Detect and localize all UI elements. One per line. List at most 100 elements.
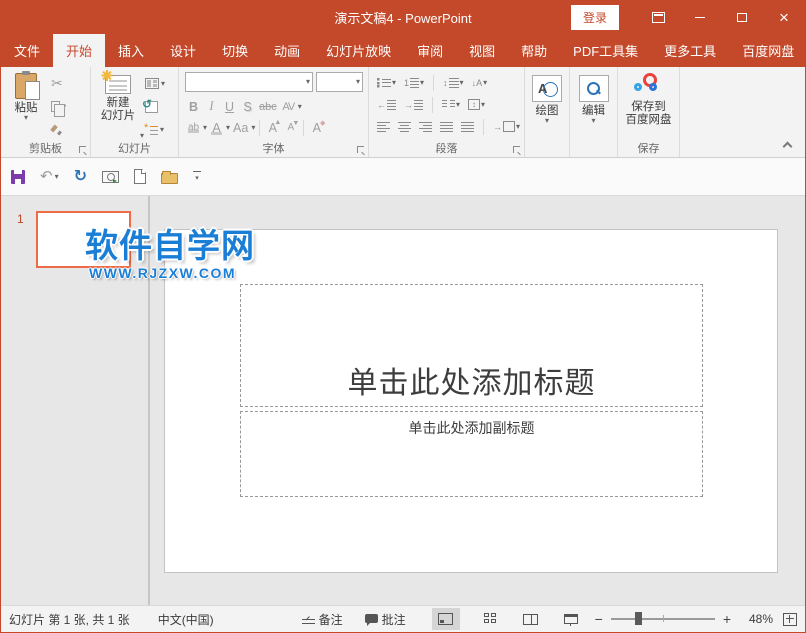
highlight-color-button[interactable]: ab [185,122,202,133]
tab-design[interactable]: 设计 [157,34,209,67]
new-document-button[interactable] [134,169,146,184]
drawing-button[interactable]: A 绘图 ▾ [527,71,567,142]
copy-button[interactable]: ▾ [49,98,68,115]
cut-button[interactable]: ✂ [49,75,68,92]
font-dialog-launcher[interactable] [357,146,365,154]
reset-button[interactable] [143,98,167,115]
notes-button[interactable]: 备注 [302,611,343,628]
tab-review[interactable]: 审阅 [404,34,456,67]
distribute-button[interactable] [459,121,476,132]
zoom-level[interactable]: 48% [735,612,773,626]
text-shadow-button[interactable]: S [239,100,256,114]
font-name-dropdown-icon: ▾ [306,79,310,85]
slide-thumbnail[interactable] [36,211,131,268]
font-color-button[interactable]: A [208,121,225,135]
save-to-baidu-button[interactable]: 保存到 百度网盘 [620,71,677,142]
fit-slide-to-window-button[interactable] [783,613,797,626]
font-size-combo[interactable]: ▾ [316,72,363,92]
slide-canvas[interactable]: 单击此处添加标题 单击此处添加副标题 [164,229,778,573]
reading-view-button[interactable] [517,608,545,630]
editing-button[interactable]: 编辑 ▾ [574,71,614,142]
normal-view-button[interactable] [432,608,460,630]
drawing-group: A 绘图 ▾ [525,67,570,157]
decrease-indent-button[interactable]: ← [375,99,398,110]
tab-insert[interactable]: 插入 [105,34,157,67]
slide-sorter-view-button[interactable] [477,608,505,630]
increase-indent-button[interactable]: → [402,99,425,110]
columns-icon [442,99,455,110]
new-slide-button[interactable]: 新建 幻灯片 ▾ [93,71,143,142]
align-center-button[interactable] [396,121,413,132]
save-button[interactable] [11,170,25,184]
change-case-button[interactable]: Aa [231,121,250,135]
paste-dropdown-icon[interactable]: ▾ [24,115,28,121]
grow-font-button[interactable]: A▲ [264,121,281,135]
tab-file[interactable]: 文件 [1,34,53,67]
tab-help[interactable]: 帮助 [508,34,560,67]
collapse-ribbon-button[interactable] [783,142,793,152]
maximize-button[interactable] [721,0,763,34]
align-left-button[interactable] [375,121,392,132]
close-button[interactable]: × [763,0,805,34]
language-status[interactable]: 中文(中国) [158,611,214,628]
redo-button[interactable]: ↻ [74,170,87,184]
numbering-icon [410,77,419,88]
customize-qat-button[interactable]: ▾ [193,171,201,182]
line-spacing-button[interactable]: ↕▾ [441,77,466,88]
layout-button[interactable]: ▾ [143,75,167,92]
zoom-slider-thumb[interactable] [635,612,642,625]
justify-button[interactable] [438,121,455,132]
align-text-button[interactable]: ↕▾ [466,99,487,110]
shrink-font-button[interactable]: A▼ [282,122,299,133]
tab-animations[interactable]: 动画 [261,34,313,67]
notes-icon [302,614,315,624]
zoom-out-button[interactable]: − [591,611,607,627]
tab-more-tools[interactable]: 更多工具 [651,34,729,67]
paste-button[interactable]: 粘贴 ▾ [3,71,49,142]
minimize-button[interactable] [679,0,721,34]
tab-baidu-netdisk[interactable]: 百度网盘 [729,34,806,67]
tab-slideshow[interactable]: 幻灯片放映 [313,34,404,67]
clipboard-group-label: 剪贴板 [1,140,90,156]
title-placeholder[interactable]: 单击此处添加标题 [240,284,703,407]
format-painter-button[interactable] [49,121,68,138]
ribbon-display-options-button[interactable] [637,0,679,34]
paragraph-dialog-launcher[interactable] [513,146,521,154]
font-name-combo[interactable]: ▾ [185,72,313,92]
text-direction-button[interactable]: ↓A▾ [470,78,490,88]
smartart-convert-button[interactable]: →▾ [491,121,522,132]
start-from-beginning-button[interactable] [102,171,119,183]
clipboard-dialog-launcher[interactable] [79,146,87,154]
clear-formatting-button[interactable]: A◆ [308,121,325,135]
subtitle-placeholder[interactable]: 单击此处添加副标题 [240,411,703,497]
slideshow-view-button[interactable] [557,608,585,630]
comments-button[interactable]: 批注 [365,611,406,628]
login-button[interactable]: 登录 [571,5,619,30]
scissors-icon: ✂ [51,75,63,92]
character-spacing-button[interactable]: AV [280,101,297,113]
open-button[interactable] [161,170,178,184]
content-area: 1 单击此处添加标题 单击此处添加副标题 [1,196,805,605]
tab-pdf-tools[interactable]: PDF工具集 [560,34,651,67]
normal-view-icon [438,613,453,625]
smartart-dropdown-icon: ▾ [516,124,520,130]
tab-home[interactable]: 开始 [53,34,105,67]
tab-transitions[interactable]: 切换 [209,34,261,67]
panel-splitter[interactable] [148,196,150,605]
customize-qat-dropdown-icon: ▾ [195,176,199,182]
columns-button[interactable]: ▾ [440,99,462,110]
italic-button[interactable]: I [203,99,220,114]
underline-button[interactable]: U [221,100,238,114]
tab-view[interactable]: 视图 [456,34,508,67]
zoom-slider[interactable] [611,618,715,619]
bold-button[interactable]: B [185,100,202,114]
strikethrough-button[interactable]: abc [257,101,279,113]
align-right-button[interactable] [417,121,434,132]
section-button[interactable]: ▾ [143,121,167,138]
slideshow-icon [102,171,119,183]
align-text-icon: ↕ [468,99,480,110]
bullets-button[interactable]: ▾ [375,77,398,88]
undo-button[interactable]: ↶▾ [40,170,59,184]
numbering-button[interactable]: 1▾ [402,77,426,88]
zoom-in-button[interactable]: + [719,611,735,627]
